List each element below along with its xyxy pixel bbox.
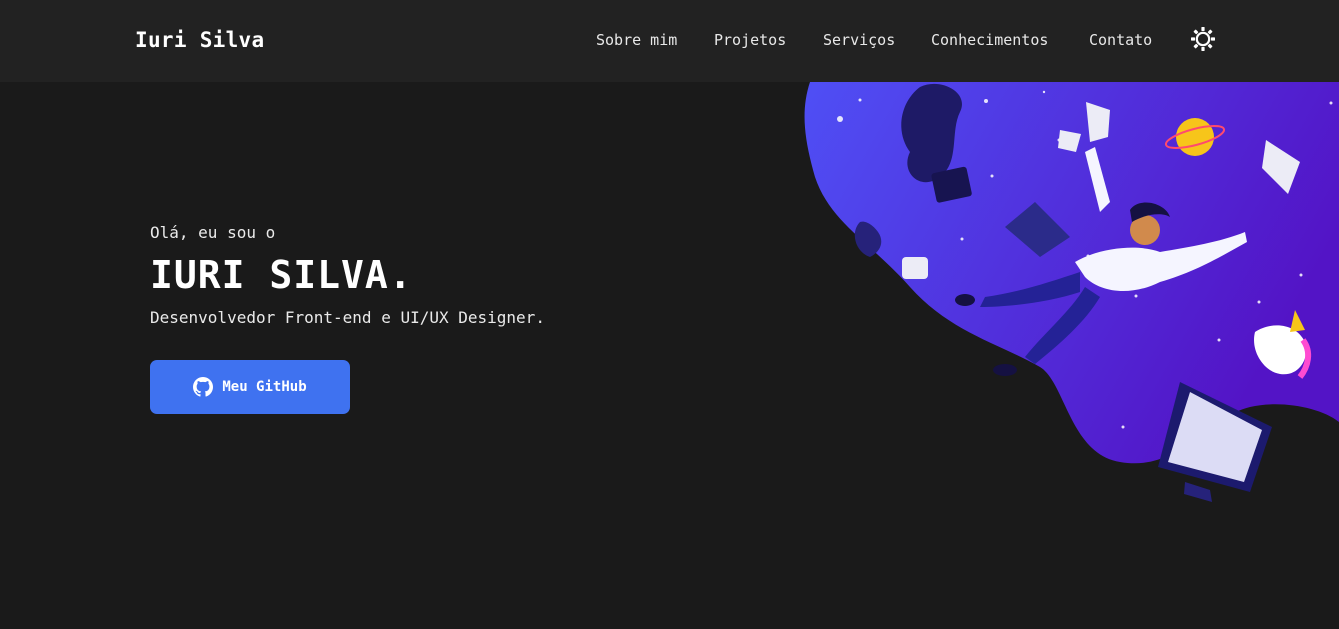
github-button-label: Meu GitHub xyxy=(222,379,307,395)
nav-link-conhecimentos[interactable]: Conhecimentos xyxy=(931,31,1048,49)
github-button[interactable]: Meu GitHub xyxy=(150,360,350,414)
navbar: Iuri Silva Sobre mim Projetos Serviços C… xyxy=(0,0,1339,82)
brand-logo[interactable]: Iuri Silva xyxy=(135,28,264,52)
sun-icon xyxy=(1191,27,1215,51)
nav-link-sobre-mim[interactable]: Sobre mim xyxy=(596,31,677,49)
nav-link-projetos[interactable]: Projetos xyxy=(714,31,786,49)
nav-link-contato[interactable]: Contato xyxy=(1089,31,1152,49)
theme-toggle-button[interactable] xyxy=(1190,26,1216,52)
github-icon xyxy=(193,377,214,397)
floating-developer-illustration xyxy=(800,82,1339,522)
nav-link-servicos[interactable]: Serviços xyxy=(823,31,895,49)
hero-name: IURI SILVA. xyxy=(150,253,413,297)
hero-role: Desenvolvedor Front-end e UI/UX Designer… xyxy=(150,308,545,327)
hero-greeting: Olá, eu sou o xyxy=(150,223,276,242)
